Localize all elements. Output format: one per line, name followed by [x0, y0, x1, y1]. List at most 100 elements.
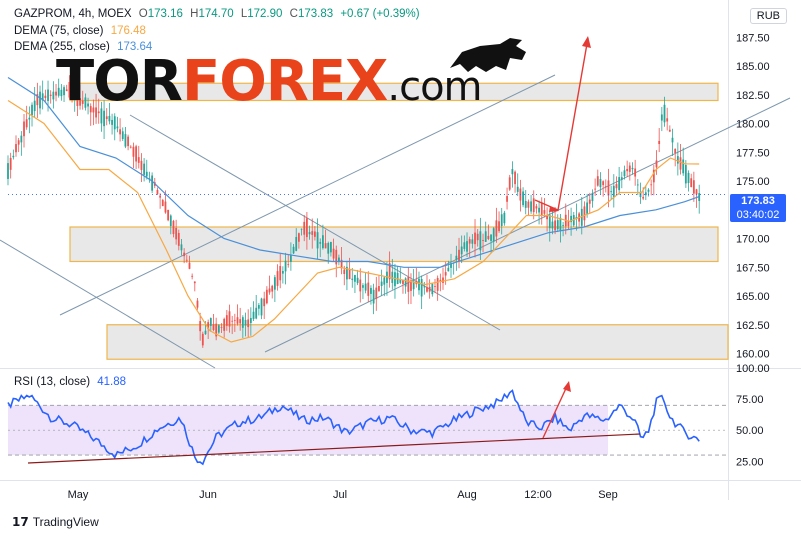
candle-body [479, 231, 482, 251]
candle-body [247, 319, 250, 328]
dema75-value: 176.48 [110, 25, 146, 37]
candle-body [442, 277, 444, 283]
candle-body [164, 201, 167, 213]
candle-body [180, 244, 183, 251]
candle-body [151, 175, 154, 191]
candle-body [351, 278, 354, 280]
candle-body [644, 192, 647, 196]
candle-body [196, 300, 199, 308]
last-price-value: 173.83 [741, 195, 775, 207]
candle-body [188, 262, 191, 269]
candle-body [466, 241, 468, 252]
candle-body [265, 289, 268, 304]
candle-body [113, 116, 116, 130]
candle-body [426, 287, 428, 292]
candle-body [263, 298, 266, 307]
candle-body [175, 228, 178, 240]
candle-body [634, 168, 637, 177]
candle-body [343, 269, 346, 274]
candle-body [372, 289, 375, 304]
candle-body [161, 200, 164, 207]
candle-body [378, 286, 380, 291]
candle-body [292, 246, 295, 254]
candle-body [612, 185, 615, 198]
candle-body [228, 311, 231, 327]
candle-body [324, 243, 327, 249]
candle-body [287, 264, 290, 266]
candle-body [52, 91, 55, 100]
dema75-legend[interactable]: DEMA (75, close) 176.48 [14, 25, 150, 37]
rsi-value: 41.88 [97, 376, 127, 388]
rsi-legend[interactable]: RSI (13, close) 41.88 [14, 376, 126, 388]
close-label: C [289, 8, 298, 20]
price-tick-label: 167.50 [736, 262, 770, 274]
candle-body [236, 317, 239, 324]
candle-body [121, 131, 124, 140]
candle-body [322, 235, 324, 249]
candle-body [663, 104, 666, 123]
candle-body [193, 281, 196, 284]
candle-body [436, 277, 439, 291]
candle-body [305, 218, 308, 238]
candle-body [33, 100, 36, 112]
candle-body [586, 202, 589, 214]
candle-body [49, 94, 52, 96]
torforex-watermark: TORFOREX.com [56, 49, 483, 114]
candle-body [554, 220, 556, 231]
candle-body [455, 255, 458, 260]
candle-body [420, 278, 423, 297]
rsi-tick-label: 25.00 [736, 456, 764, 468]
candle-body [538, 207, 540, 213]
candle-body [647, 189, 650, 192]
candle-body [399, 280, 402, 283]
rsi-tick-label: 75.00 [736, 394, 764, 406]
tradingview-logo[interactable]: 17 TradingView [12, 515, 99, 529]
candle-body [583, 206, 586, 221]
currency-badge[interactable]: RUB [749, 8, 787, 24]
symbol-legend: GAZPROM, 4h, MOEX O173.16 H174.70 L172.9… [14, 8, 424, 20]
candle-body [546, 216, 548, 220]
candle-body [156, 189, 159, 194]
last-price-tag: 173.83 03:40:02 [730, 194, 786, 222]
candle-body [191, 275, 194, 277]
candle-body [383, 277, 386, 285]
candle-body [628, 165, 631, 172]
candle-body [444, 272, 447, 276]
candle-body [618, 177, 621, 191]
candle-body [252, 311, 255, 319]
candle-body [658, 140, 661, 145]
candle-body [498, 221, 500, 232]
candle-body [484, 231, 487, 242]
candle-body [159, 195, 162, 198]
candle-body [348, 269, 351, 280]
candle-body [47, 89, 49, 102]
candle-body [255, 307, 258, 319]
candle-body [17, 140, 20, 145]
candle-body [223, 318, 226, 331]
rsi-label: RSI (13, close) [14, 376, 91, 388]
candle-body [231, 320, 234, 322]
price-tick-label: 170.00 [736, 234, 770, 246]
zone-box [69, 226, 719, 263]
candle-body [684, 164, 687, 184]
candle-body [642, 196, 645, 199]
candle-body [692, 180, 695, 194]
candle-body [548, 214, 551, 229]
candle-body [431, 283, 434, 295]
candle-body [172, 220, 175, 235]
candle-body [364, 283, 367, 291]
candle-body [490, 234, 492, 241]
candle-body [543, 210, 546, 214]
candle-body [596, 176, 599, 186]
candle-body [527, 201, 530, 208]
candle-body [268, 288, 271, 293]
candle-body [39, 91, 41, 109]
candle-body [129, 146, 132, 148]
candle-body [124, 134, 127, 147]
time-tick-label: May [68, 489, 89, 501]
candle-body [695, 189, 698, 195]
candle-body [540, 202, 543, 216]
time-tick-label: Aug [457, 489, 477, 501]
candle-body [679, 157, 682, 170]
candle-body [137, 157, 140, 163]
